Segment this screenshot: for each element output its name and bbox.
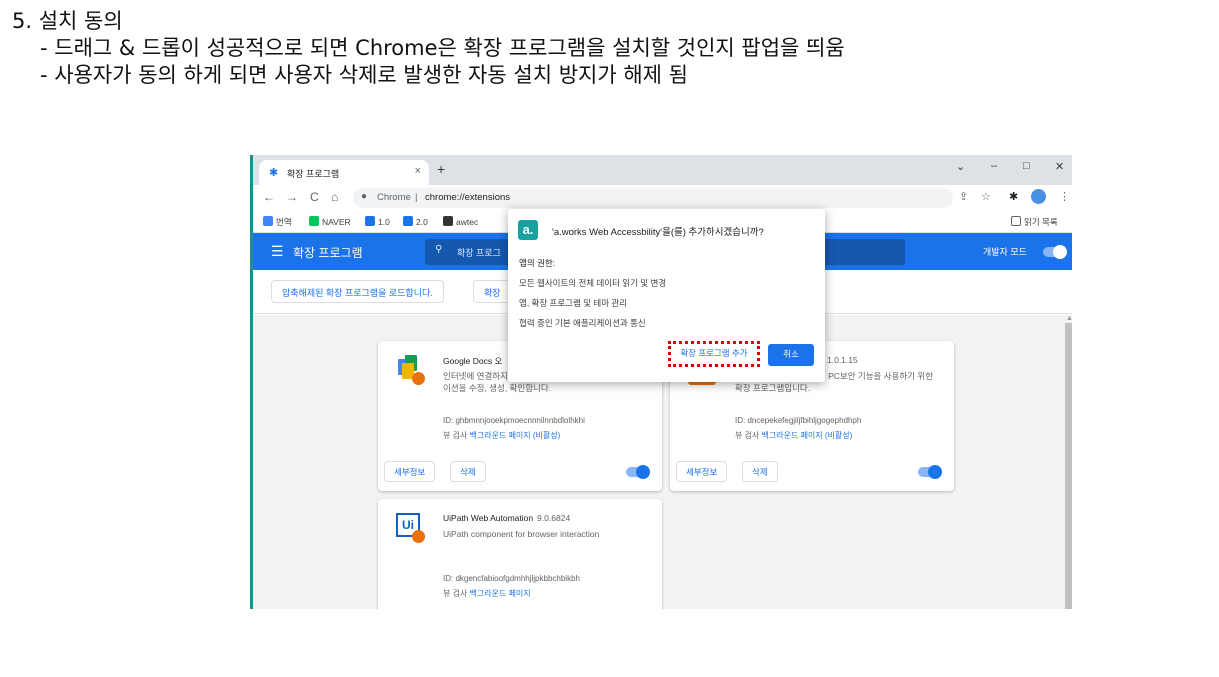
tab-title: 확장 프로그램 bbox=[287, 169, 340, 179]
slide-bullet-1: - 드래그 & 드롭이 성공적으로 되면 Chrome은 확장 프로그램을 설치… bbox=[40, 36, 845, 60]
reading-list-icon bbox=[1011, 216, 1021, 226]
menu-icon[interactable]: ☰ bbox=[271, 243, 284, 260]
extension-id: ID: dncepekefegjiljfbihljgogephdhph bbox=[735, 416, 862, 425]
bookmark-icon bbox=[403, 216, 413, 226]
browser-toolbar: ← → C ⌂ ● Chrome | chrome://extensions ⇪… bbox=[253, 185, 1072, 211]
back-button[interactable]: ← bbox=[263, 190, 275, 204]
extension-name-text: UiPath Web Automation bbox=[443, 513, 534, 523]
page-title: 확장 프로그램 bbox=[293, 246, 363, 260]
bookmark-label: NAVER bbox=[322, 217, 351, 227]
details-button[interactable]: 세부정보 bbox=[676, 461, 728, 482]
puzzle-icon: ✱ bbox=[269, 167, 279, 179]
avatar[interactable] bbox=[1031, 189, 1046, 204]
extension-name: UiPath Web Automation 9.0.6824 bbox=[443, 513, 570, 523]
slide-text: 5. 설치 동의 - 드래그 & 드롭이 성공적으로 되면 Chrome은 확장… bbox=[12, 8, 845, 89]
pack-extension-button[interactable]: 확장 bbox=[473, 280, 512, 303]
scrollbar[interactable]: ▲ bbox=[1063, 315, 1072, 609]
extension-card: Ui UiPath Web Automation 9.0.6824 UiPath … bbox=[378, 499, 662, 609]
permission-item: 모든 웹사이트의 전체 데이터 읽기 및 변경 bbox=[519, 278, 667, 288]
cancel-button[interactable]: 취소 bbox=[768, 344, 814, 366]
extension-id: ID: ghbmnnjooekpmoecnnnilnnbdlolhkhi bbox=[443, 416, 585, 425]
menu-kebab-icon[interactable]: ⋮ bbox=[1059, 190, 1070, 203]
remove-button[interactable]: 삭제 bbox=[742, 461, 778, 482]
toggle-knob bbox=[636, 465, 650, 479]
bookmark-item[interactable]: NAVER bbox=[309, 216, 351, 227]
reading-list-label: 읽기 목록 bbox=[1024, 217, 1058, 227]
bookmark-star-icon[interactable]: ☆ bbox=[981, 190, 991, 203]
dev-mode-toggle[interactable] bbox=[1043, 245, 1067, 259]
permissions-heading: 앱의 권한: bbox=[519, 258, 556, 268]
home-button[interactable]: ⌂ bbox=[331, 190, 338, 204]
inspect-views-label: 뷰 검사 bbox=[443, 431, 468, 440]
tab-extensions[interactable]: ✱ 확장 프로그램 × bbox=[259, 160, 429, 185]
extension-version: 9.0.6824 bbox=[537, 513, 571, 523]
background-page-link[interactable]: 백그라운드 페이지 (비활성) bbox=[470, 431, 561, 440]
close-window-button[interactable]: ✕ bbox=[1055, 160, 1064, 173]
minimize-button[interactable]: – bbox=[991, 160, 997, 172]
bookmark-item[interactable]: 번역 bbox=[263, 216, 292, 228]
enable-toggle[interactable] bbox=[626, 465, 650, 479]
scroll-up-icon[interactable]: ▲ bbox=[1066, 315, 1072, 322]
address-bar[interactable]: ● Chrome | chrome://extensions bbox=[353, 188, 953, 208]
aworks-logo-icon: a. bbox=[518, 220, 538, 240]
omnibox-site: Chrome bbox=[377, 192, 411, 203]
background-page-link[interactable]: 백그라운드 페이지 bbox=[470, 589, 531, 598]
bookmark-item[interactable]: 2.0 bbox=[403, 216, 428, 227]
toggle-knob bbox=[1053, 245, 1067, 259]
toggle-knob bbox=[928, 465, 942, 479]
background-page-link[interactable]: 백그라운드 페이지 (비활성) bbox=[762, 431, 853, 440]
remove-button[interactable]: 삭제 bbox=[450, 461, 486, 482]
bookmark-icon bbox=[443, 216, 453, 226]
dialog-title: 'a.works Web Accessbility'을(를) 추가하시겠습니까? bbox=[552, 227, 764, 238]
new-tab-button[interactable]: + bbox=[437, 161, 445, 177]
permission-item: 협력 중인 기본 애플리케이션과 통신 bbox=[519, 318, 646, 328]
omnibox-separator: | bbox=[415, 192, 418, 203]
add-extension-button[interactable]: 확장 프로그램 추가 bbox=[668, 341, 760, 367]
details-button[interactable]: 세부정보 bbox=[384, 461, 436, 482]
chrome-icon: ● bbox=[361, 191, 368, 202]
tab-search-chevron-icon[interactable]: ⌄ bbox=[956, 160, 965, 173]
install-extension-dialog: a. 'a.works Web Accessbility'을(를) 추가하시겠습… bbox=[508, 209, 825, 382]
extension-description: UiPath component for browser interaction bbox=[443, 529, 600, 539]
scroll-thumb[interactable] bbox=[1065, 323, 1072, 609]
bookmark-label: 번역 bbox=[276, 217, 292, 227]
extension-version: 1.0.1.15 bbox=[827, 355, 858, 365]
slide-heading: 5. 설치 동의 bbox=[12, 9, 123, 33]
load-unpacked-button[interactable]: 압축해제된 확장 프로그램을 로드합니다. bbox=[271, 280, 444, 303]
slide-bullet-2: - 사용자가 동의 하게 되면 사용자 삭제로 발생한 자동 설치 방지가 해제… bbox=[40, 63, 688, 87]
extensions-puzzle-icon[interactable]: ✱ bbox=[1009, 190, 1018, 203]
tab-close-icon[interactable]: × bbox=[415, 165, 421, 177]
reading-list[interactable]: 읽기 목록 bbox=[1011, 216, 1058, 228]
bookmark-label: awtec bbox=[456, 217, 479, 227]
bookmark-label: 1.0 bbox=[378, 217, 390, 227]
reload-button[interactable]: C bbox=[310, 190, 319, 204]
extension-name: Google Docs 오 bbox=[443, 356, 503, 366]
google-docs-icon bbox=[396, 355, 425, 385]
enable-toggle[interactable] bbox=[918, 465, 942, 479]
extension-id: ID: dkgencfabioofgdmhhjljpkbbchbikbh bbox=[443, 574, 580, 583]
permission-item: 앱, 확장 프로그램 및 테마 관리 bbox=[519, 298, 628, 308]
bookmark-item[interactable]: 1.0 bbox=[365, 216, 390, 227]
inspect-views: 뷰 검사 백그라운드 페이지 (비활성) bbox=[443, 430, 560, 441]
dev-mode-label: 개발자 모드 bbox=[983, 247, 1027, 257]
maximize-button[interactable]: □ bbox=[1023, 160, 1030, 172]
bookmark-item[interactable]: awtec bbox=[443, 216, 478, 227]
translate-icon bbox=[263, 216, 273, 226]
naver-icon bbox=[309, 216, 319, 226]
inspect-views: 뷰 검사 백그라운드 페이지 bbox=[443, 588, 531, 599]
search-icon: ⚲ bbox=[435, 244, 443, 255]
forward-button[interactable]: → bbox=[286, 190, 298, 204]
inspect-views-label: 뷰 검사 bbox=[443, 589, 468, 598]
bookmark-label: 2.0 bbox=[416, 217, 428, 227]
browser-screenshot: ✱ 확장 프로그램 × + ⌄ – □ ✕ ← → C ⌂ ● Chrome |… bbox=[250, 155, 1072, 609]
omnibox-url: chrome://extensions bbox=[425, 192, 511, 203]
inspect-views-label: 뷰 검사 bbox=[735, 431, 760, 440]
share-icon[interactable]: ⇪ bbox=[959, 190, 968, 203]
uipath-icon: Ui bbox=[396, 513, 425, 543]
inspect-views: 뷰 검사 백그라운드 페이지 (비활성) bbox=[735, 430, 852, 441]
search-placeholder: 확장 프로그 bbox=[457, 248, 501, 258]
bookmark-icon bbox=[365, 216, 375, 226]
tab-strip: ✱ 확장 프로그램 × + ⌄ – □ ✕ bbox=[253, 155, 1072, 185]
